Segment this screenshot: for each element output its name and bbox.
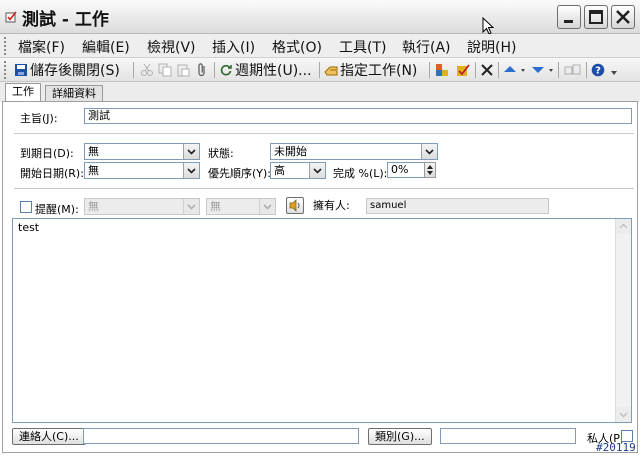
menu-format[interactable]: 格式(O) — [272, 37, 322, 57]
address-book-icon[interactable] — [564, 63, 582, 77]
cut-icon[interactable] — [140, 63, 154, 77]
chevron-down-icon[interactable] — [309, 163, 325, 178]
save-close-button[interactable]: 儲存後關閉(S) — [14, 61, 120, 79]
notes-scrollbar[interactable] — [615, 219, 631, 422]
menu-bar: 檔案(F) 編輯(E) 檢視(V) 插入(I) 格式(O) 工具(T) 執行(A… — [0, 34, 640, 58]
toolbar-separator — [133, 62, 134, 78]
reminder-date-select[interactable]: 無 — [84, 198, 200, 215]
chevron-up-icon — [619, 223, 628, 229]
categories-button[interactable]: 類別(G)... — [368, 428, 432, 445]
attach-icon[interactable] — [195, 63, 209, 77]
recurrence-button[interactable]: 週期性(U)... — [219, 61, 312, 79]
reminder-time-select[interactable]: 無 — [206, 198, 276, 215]
subject-label: 主旨(J): — [20, 112, 58, 125]
menu-tools[interactable]: 工具(T) — [339, 37, 386, 57]
start-date-select[interactable]: 無 — [84, 162, 200, 179]
toolbar-grip[interactable] — [4, 61, 7, 79]
toolbar-separator — [214, 62, 215, 78]
delete-icon[interactable] — [480, 63, 494, 77]
save-icon — [15, 64, 27, 76]
toolbar-separator — [586, 62, 587, 78]
image-stamp: #20119 — [596, 441, 636, 454]
task-icon — [5, 11, 17, 23]
due-date-select[interactable]: 無 — [84, 143, 200, 160]
due-date-label: 到期日(D): — [20, 147, 74, 160]
close-button[interactable] — [611, 5, 635, 29]
menu-actions[interactable]: 執行(A) — [402, 37, 451, 57]
toolbar-separator — [319, 62, 320, 78]
paste-icon[interactable] — [176, 63, 190, 77]
minimize-icon — [564, 20, 573, 23]
menu-view[interactable]: 檢視(V) — [147, 37, 196, 57]
toolbar-separator — [429, 62, 430, 78]
status-select[interactable]: 未開始 — [270, 143, 438, 160]
status-label: 狀態: — [208, 147, 234, 160]
chevron-down-icon[interactable] — [183, 163, 199, 178]
toolbar-separator — [558, 62, 559, 78]
up-arrow-icon[interactable] — [503, 63, 527, 77]
notes-area[interactable]: test — [12, 218, 632, 423]
scroll-down-button[interactable] — [616, 407, 631, 422]
toolbar-separator — [475, 62, 476, 78]
chevron-down-icon — [619, 412, 628, 418]
priority-label: 優先順序(Y): — [208, 167, 272, 180]
window-title: 測試 - 工作 — [22, 10, 109, 30]
contacts-input[interactable] — [83, 428, 359, 444]
title-bar: 測試 - 工作 — [0, 0, 640, 35]
reminder-label: 提醒(M): — [35, 203, 79, 216]
start-date-label: 開始日期(R): — [20, 167, 84, 180]
mouse-cursor-icon — [482, 17, 494, 35]
task-form: 主旨(J): 測試 到期日(D): 無 狀態: 未開始 開始日期(R): 無 優… — [2, 101, 638, 453]
minimize-button[interactable] — [557, 5, 581, 29]
divider — [14, 133, 634, 134]
categories-input[interactable] — [440, 428, 576, 444]
chevron-down-icon[interactable] — [183, 144, 199, 159]
maximize-button[interactable] — [584, 5, 608, 29]
mark-complete-icon[interactable] — [456, 63, 470, 77]
priority-select[interactable]: 高 — [270, 162, 326, 179]
subject-input[interactable]: 測試 — [84, 108, 632, 124]
chevron-down-icon[interactable] — [259, 199, 275, 214]
categorize-icon[interactable] — [435, 63, 449, 77]
percent-stepper[interactable] — [424, 162, 436, 178]
reminder-checkbox[interactable] — [20, 201, 32, 213]
chevron-down-icon[interactable] — [183, 199, 199, 214]
down-arrow-icon[interactable] — [531, 63, 555, 77]
percent-complete-label: 完成 %(L): — [333, 167, 388, 180]
close-icon — [616, 10, 630, 24]
toolbar-separator — [498, 62, 499, 78]
tab-task[interactable]: 工作 — [5, 83, 41, 103]
owner-field: samuel — [366, 198, 549, 214]
percent-complete-input[interactable]: 0% — [387, 162, 425, 178]
assign-task-button[interactable]: 指定工作(N) — [324, 61, 417, 79]
divider — [14, 188, 634, 189]
reminder-sound-button[interactable] — [286, 197, 304, 214]
scroll-up-button[interactable] — [616, 219, 631, 234]
notes-text: test — [18, 221, 40, 234]
menu-help[interactable]: 說明(H) — [467, 37, 516, 57]
menu-edit[interactable]: 編輯(E) — [82, 37, 130, 57]
contacts-button[interactable]: 連絡人(C)... — [12, 428, 86, 445]
recurrence-icon — [220, 64, 232, 76]
tab-strip: 工作 詳細資料 — [0, 82, 640, 103]
stepper-arrows-icon — [427, 165, 433, 175]
owner-label: 擁有人: — [313, 199, 350, 212]
toolbar-options-icon[interactable] — [609, 63, 619, 77]
tab-details[interactable]: 詳細資料 — [45, 85, 103, 102]
svg-text:?: ? — [595, 66, 601, 77]
toolbar: 儲存後關閉(S) 週期性(U)... 指定工作(N) ? — [0, 58, 640, 82]
help-icon[interactable]: ? — [591, 63, 605, 77]
assign-icon — [324, 66, 338, 76]
maximize-icon — [589, 10, 603, 24]
chevron-down-icon[interactable] — [421, 144, 437, 159]
menu-file[interactable]: 檔案(F) — [18, 37, 65, 57]
copy-icon[interactable] — [158, 63, 172, 77]
reminder-sound-icon — [289, 199, 300, 212]
menu-insert[interactable]: 插入(I) — [212, 37, 255, 57]
menu-grip[interactable] — [4, 37, 7, 55]
